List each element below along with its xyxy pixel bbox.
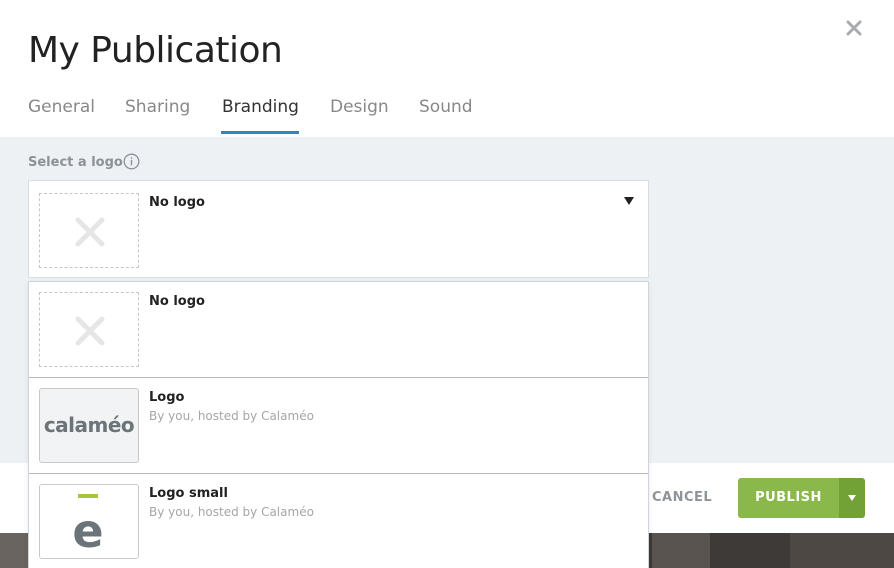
tab-branding[interactable]: Branding bbox=[222, 97, 299, 117]
calameo-logo-thumbnail: calaméo bbox=[39, 388, 139, 463]
calameo-logo-wordmark: calaméo bbox=[43, 413, 135, 437]
select-logo-label: Select a logo bbox=[28, 155, 123, 170]
info-icon[interactable] bbox=[123, 153, 140, 170]
tab-sharing[interactable]: Sharing bbox=[125, 97, 190, 117]
logo-dropdown-list: No logo calaméo Logo By you, hosted by C… bbox=[28, 281, 649, 568]
tab-general[interactable]: General bbox=[28, 97, 95, 117]
logo-select[interactable]: No logo bbox=[28, 180, 649, 278]
option-subtitle: By you, hosted by Calaméo bbox=[149, 409, 314, 423]
backdrop-thumbnail bbox=[790, 533, 894, 568]
option-name: Logo bbox=[149, 390, 185, 405]
calameo-e-icon: e bbox=[72, 494, 104, 558]
logo-option-logo[interactable]: calaméo Logo By you, hosted by Calaméo bbox=[29, 378, 648, 474]
cancel-button[interactable]: CANCEL bbox=[652, 490, 712, 505]
option-name: Logo small bbox=[149, 486, 228, 501]
active-tab-indicator bbox=[221, 131, 299, 134]
modal-title: My Publication bbox=[28, 30, 283, 71]
calameo-small-logo: e bbox=[40, 485, 138, 558]
tab-sound[interactable]: Sound bbox=[419, 97, 473, 117]
chevron-down-icon bbox=[848, 495, 856, 501]
logo-option-logo-small[interactable]: e Logo small By you, hosted by Calaméo bbox=[29, 474, 648, 568]
close-icon[interactable] bbox=[842, 16, 866, 40]
svg-text:e: e bbox=[72, 504, 103, 558]
option-subtitle: By you, hosted by Calaméo bbox=[149, 505, 314, 519]
publish-options-button[interactable] bbox=[839, 478, 865, 518]
publish-button[interactable]: PUBLISH bbox=[738, 478, 839, 518]
backdrop-thumbnail bbox=[652, 533, 710, 568]
no-logo-thumbnail bbox=[39, 292, 139, 367]
option-name: No logo bbox=[149, 294, 205, 309]
no-logo-thumbnail bbox=[39, 193, 139, 268]
selected-logo-name: No logo bbox=[149, 195, 205, 210]
calameo-small-logo-thumbnail: e bbox=[39, 484, 139, 559]
logo-option-no-logo[interactable]: No logo bbox=[29, 282, 648, 378]
no-logo-icon bbox=[75, 316, 105, 346]
chevron-down-icon[interactable] bbox=[624, 197, 634, 205]
tab-design[interactable]: Design bbox=[330, 97, 389, 117]
no-logo-icon bbox=[75, 217, 105, 247]
